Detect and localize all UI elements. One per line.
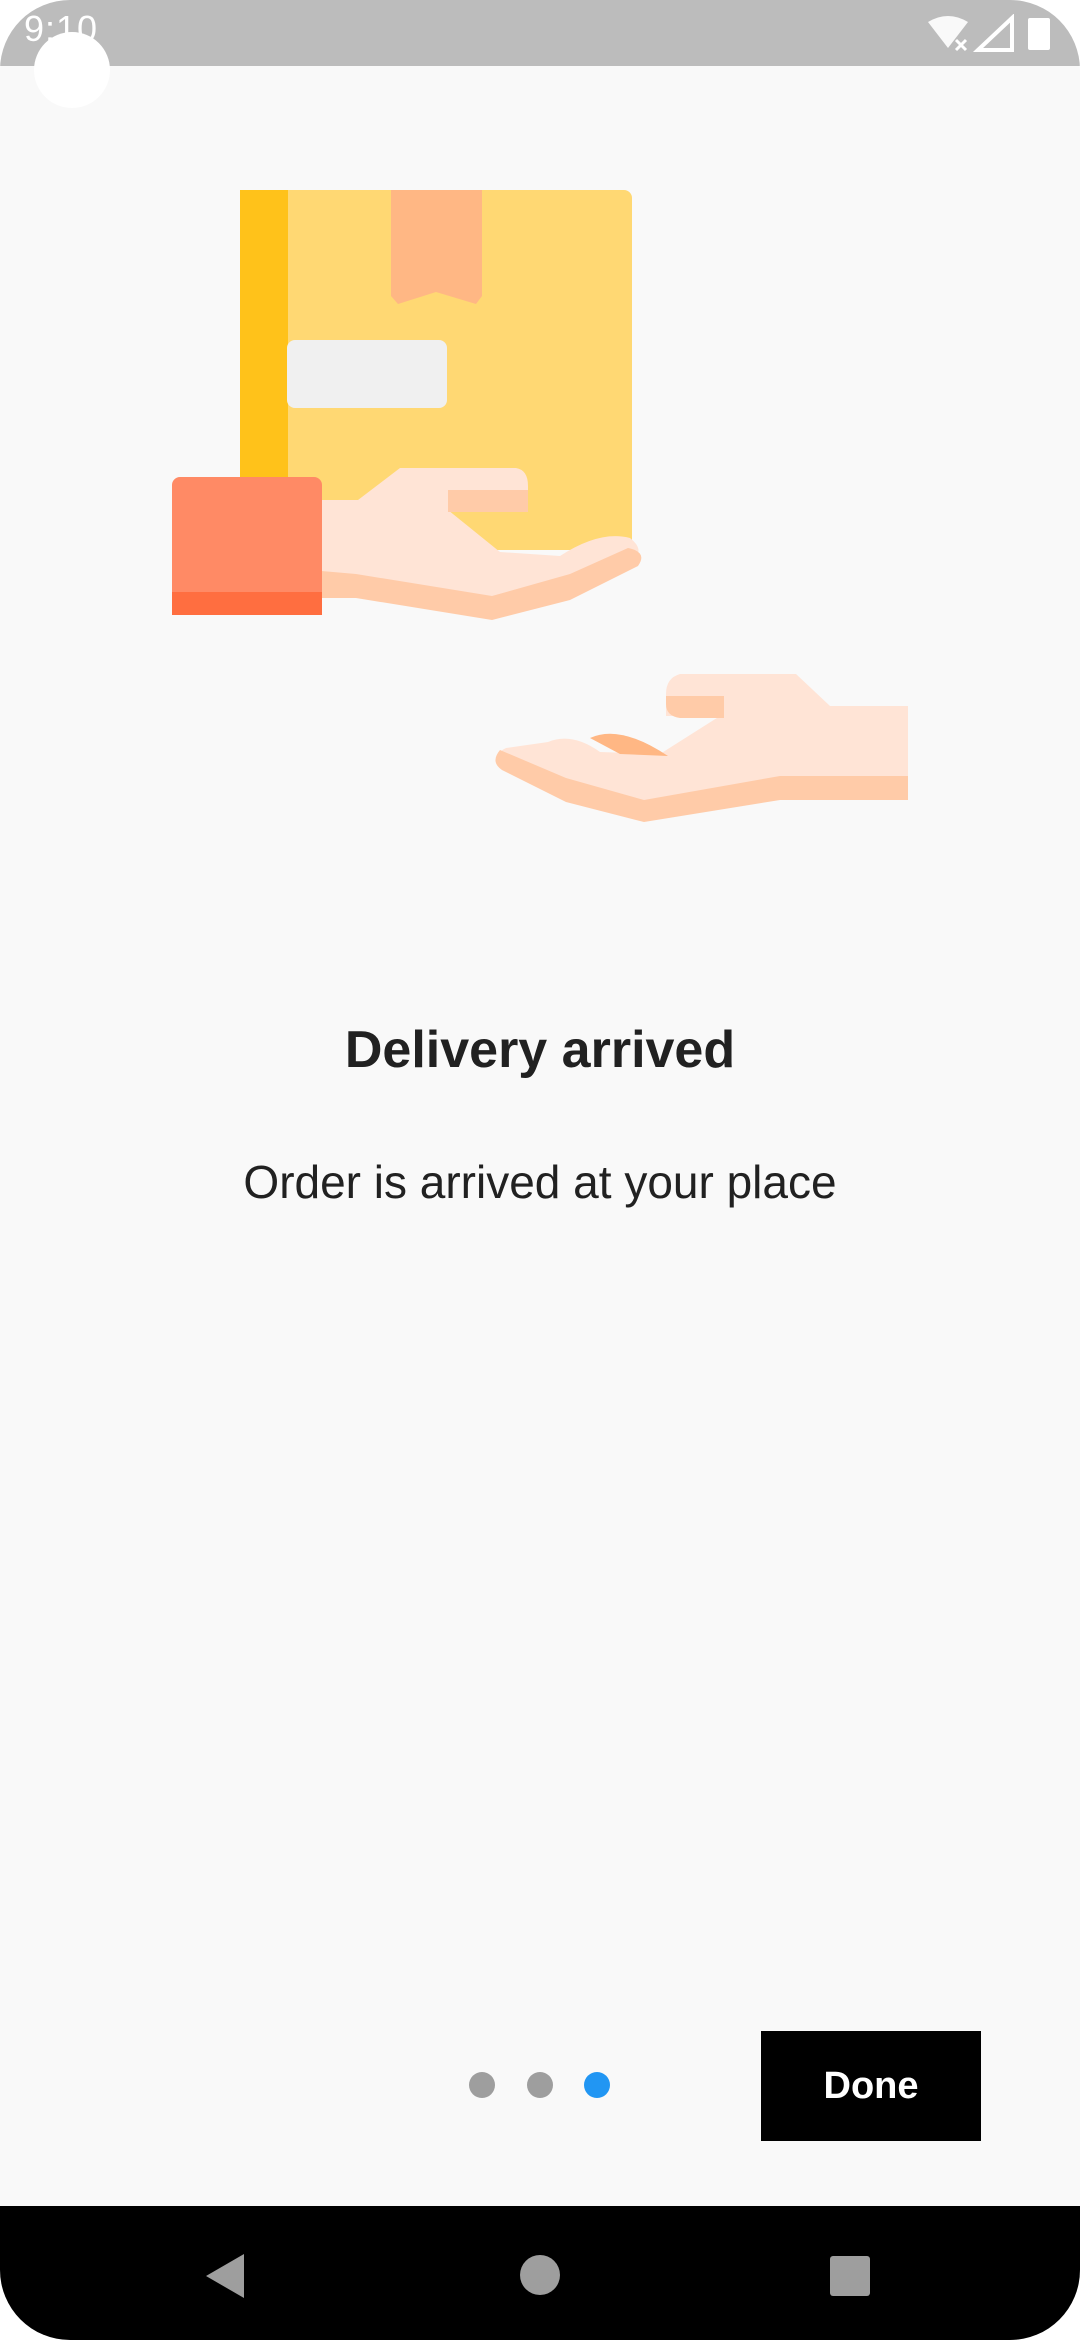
receiving-hand-icon xyxy=(495,674,908,822)
onboarding-subtitle: Order is arrived at your place xyxy=(243,1156,837,1208)
home-circle-icon[interactable] xyxy=(519,2254,561,2296)
back-triangle-icon[interactable] xyxy=(204,2252,248,2300)
recents-square-icon[interactable] xyxy=(829,2255,871,2297)
page-dot-1[interactable] xyxy=(469,2072,495,2098)
navigation-bar xyxy=(0,2206,1080,2340)
sleeve-icon xyxy=(172,477,322,615)
app-screen: 9:10 Delivery arrived Order is arrived a… xyxy=(0,0,1080,2340)
page-dot-3-active[interactable] xyxy=(584,2072,610,2098)
done-button[interactable]: Done xyxy=(761,2031,981,2141)
delivery-illustration xyxy=(172,190,908,822)
onboarding-title: Delivery arrived xyxy=(344,1021,736,1079)
page-dot-2[interactable] xyxy=(527,2072,553,2098)
